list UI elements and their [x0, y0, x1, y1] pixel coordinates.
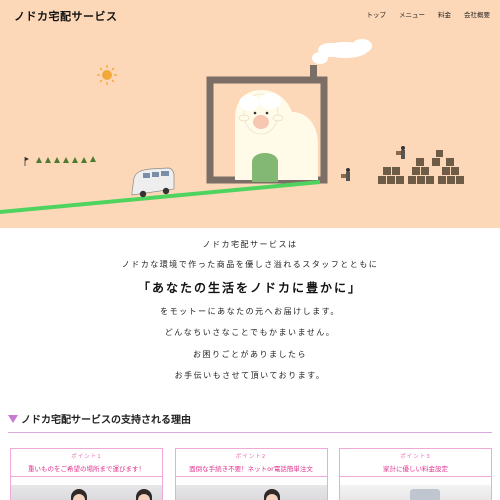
tree-icons — [36, 156, 96, 163]
reasons-heading-text: ノドカ宅配サービスの支持される理由 — [21, 415, 191, 426]
intro-line: どんなちいさなことでもかまいません。 — [164, 328, 336, 337]
point-description: 家計に優しい料金設定 — [383, 465, 448, 473]
point-description: 重いものをご希望の場所まで運びます！ — [28, 465, 145, 473]
reason-card-header: ポイント2 面倒な手続き不要！ネットor電話簡単注文 — [175, 449, 327, 477]
door — [252, 153, 278, 182]
point-label: ポイント2 — [235, 454, 267, 460]
intro-line: をモットーにあなたの元へお届けします。 — [160, 307, 340, 316]
point-label: ポイント1 — [71, 454, 102, 460]
reason-card-header: ポイント3 家計に優しい料金設定 — [340, 449, 491, 477]
smoke-icon — [312, 39, 372, 64]
intro-line: ノドカな環境で作った商品を優しさ溢れるスタッフとともに — [121, 260, 379, 269]
person-face — [265, 494, 278, 500]
intro-line: お手伝いもさせて頂いております。 — [174, 371, 326, 380]
triangle-bullet-icon — [8, 414, 18, 423]
site-logo[interactable]: ノドカ宅配サービス — [14, 8, 118, 24]
worker-icon — [341, 168, 350, 181]
nav-item-company[interactable]: 会社概要 — [464, 9, 490, 19]
calculator — [410, 489, 440, 500]
reason-photo — [175, 485, 327, 500]
sun-icon — [97, 65, 117, 85]
hero-banner: ノドカ宅配サービス トップ メニュー 料金 会社概要 — [0, 0, 500, 228]
person-face — [138, 494, 150, 500]
intro-line: ノドカ宅配サービスは — [202, 240, 298, 249]
point-label: ポイント3 — [400, 454, 431, 460]
nav-item-top[interactable]: トップ — [367, 9, 387, 19]
reason-photo — [11, 485, 162, 500]
cardboard-boxes — [378, 150, 464, 184]
worker-icon-2 — [396, 146, 405, 159]
nav-item-pricing[interactable]: 料金 — [438, 9, 451, 19]
reason-card: ポイント2 面倒な手続き不要！ネットor電話簡単注文 — [174, 448, 328, 500]
intro-catchphrase: 「あなたの生活をノドカに豊かに」 — [137, 281, 362, 295]
reason-card: ポイント1 重いものをご希望の場所まで運びます！ — [10, 448, 163, 500]
reason-card: ポイント3 家計に優しい料金設定 — [339, 448, 492, 500]
reasons-heading: ノドカ宅配サービスの支持される理由 — [8, 411, 191, 426]
main-nav: トップ メニュー 料金 会社概要 — [367, 9, 491, 19]
point-description: 面倒な手続き不要！ネットor電話簡単注文 — [189, 465, 313, 473]
section-divider — [8, 432, 492, 433]
flag-icon — [24, 157, 29, 166]
intro-line: お困りごとがありましたら — [193, 350, 307, 359]
hero-illustration — [0, 39, 464, 214]
nav-item-menu[interactable]: メニュー — [399, 9, 425, 19]
reason-card-header: ポイント1 重いものをご希望の場所まで運びます！ — [11, 449, 162, 477]
person-face — [73, 494, 85, 500]
reason-cards: ポイント1 重いものをご希望の場所まで運びます！ ポイント2 面倒な手続き不要！… — [10, 448, 492, 500]
reason-photo — [340, 485, 491, 500]
delivery-van-icon — [131, 167, 175, 198]
